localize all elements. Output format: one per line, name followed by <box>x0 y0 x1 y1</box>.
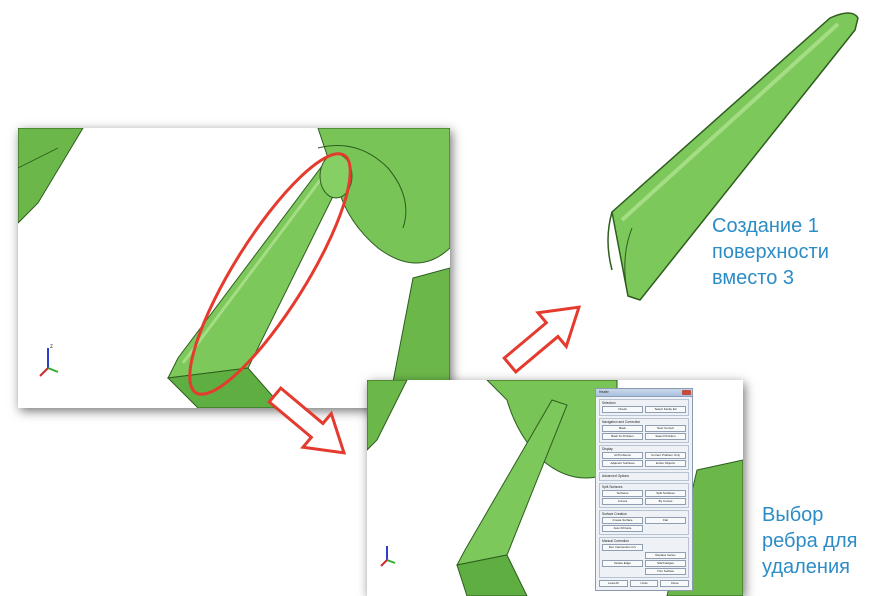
close-button[interactable]: Close <box>660 580 690 587</box>
dialog-row: Back Next Correct <box>602 425 686 432</box>
dialog-footer: Load All Undo Close <box>599 580 690 587</box>
dialog-titlebar: Healer <box>596 389 692 397</box>
dialog-button[interactable]: Back To Problem <box>602 433 643 440</box>
dialog-row: Trim Surface <box>602 568 686 575</box>
result-caption-line: поверхности <box>712 241 829 263</box>
undo-button[interactable]: Undo <box>629 580 659 587</box>
healer-dialog: Healer Selection Check Select Faulty Ed Nav… <box>595 388 693 591</box>
viewport-screenshot-bottom: Healer Selection Check Select Faulty Ed Nav… <box>367 380 743 596</box>
dialog-row: Surfaces Split Surfaces <box>602 490 686 497</box>
dialog-row: Create Surface Flat <box>602 517 686 524</box>
dialog-button[interactable]: Next Correct <box>645 425 686 432</box>
dialog-group-label: Surface Creation <box>602 512 627 516</box>
selection-caption-line: удаления <box>762 556 850 578</box>
dialog-group-label: Split Surfaces <box>602 485 623 489</box>
dialog-button[interactable]: Adjacent Surfaces <box>602 460 643 467</box>
dialog-group: Display All Problems Current Problem Only A… <box>599 445 689 470</box>
dialog-button[interactable]: Current Problem Only <box>645 452 686 459</box>
dialog-group-label: Manual Correction <box>602 539 629 543</box>
load-button[interactable]: Load All <box>599 580 628 587</box>
dialog-group-label: Display <box>602 447 613 451</box>
dialog-group: Advanced Options <box>599 472 689 481</box>
dialog-button[interactable]: Check <box>602 406 643 413</box>
dialog-row: Adjacent Surfaces Entire Objects <box>602 460 686 467</box>
dialog-group: Manual Correction Del. Intersection Crv Re… <box>599 537 689 578</box>
dialog-button[interactable]: Back <box>602 425 643 432</box>
dialog-row: Check Select Faulty Ed <box>602 406 686 413</box>
dialog-row: Delete Edge Stitch Edges <box>602 560 686 567</box>
arrow-up-right-icon <box>502 305 582 375</box>
dialog-row: Auto Fill Hole <box>602 525 686 532</box>
dialog-button[interactable]: Flat <box>645 517 686 524</box>
dialog-button[interactable]: Stitch Edges <box>645 560 686 567</box>
dialog-row: Curves By Curves <box>602 498 686 505</box>
axis-triad-icon-2 <box>380 546 396 567</box>
dialog-group-label: Advanced Options <box>602 474 629 478</box>
dialog-row: All Problems Current Problem Only <box>602 452 686 459</box>
dialog-group-label: Selection <box>602 401 616 405</box>
blade-top-left <box>18 128 84 224</box>
dialog-button[interactable]: Auto Fill Hole <box>602 525 643 532</box>
model-view-top: z <box>18 128 450 408</box>
selection-caption-line: ребра для <box>762 530 858 552</box>
dialog-button[interactable]: By Curves <box>645 498 686 505</box>
dialog-button[interactable]: Del. Intersection Crv <box>602 544 643 551</box>
dialog-button[interactable]: Delete Edge <box>602 560 643 567</box>
result-caption-line: Создание 1 <box>712 215 819 237</box>
dialog-button[interactable]: Create Surface <box>602 517 643 524</box>
viewport-screenshot-top: z <box>18 128 450 408</box>
dialog-row: Replace Vertex <box>602 552 686 559</box>
dialog-title: Healer <box>599 390 609 394</box>
dialog-button[interactable]: Entire Objects <box>645 460 686 467</box>
close-icon[interactable] <box>682 390 691 395</box>
dialog-button[interactable]: Replace Vertex <box>645 552 686 559</box>
dialog-button[interactable]: All Problems <box>602 452 643 459</box>
selection-caption: Выбор ребра для удаления <box>762 502 882 580</box>
dialog-group: Navigation and Correction Back Next Correc… <box>599 418 689 443</box>
dialog-button[interactable]: Select Faulty Ed <box>645 406 686 413</box>
result-caption: Создание 1 поверхности вместо 3 <box>712 213 872 291</box>
dialog-row: Del. Intersection Crv <box>602 544 686 551</box>
blade-top-left-2 <box>367 380 408 451</box>
dialog-button[interactable]: Trim Surface <box>645 568 686 575</box>
selection-caption-line: Выбор <box>762 504 824 526</box>
dialog-button[interactable]: Select Problem <box>645 433 686 440</box>
main-blade-2 <box>456 399 568 566</box>
dialog-group-label: Navigation and Correction <box>602 420 641 424</box>
dialog-button[interactable]: Surfaces <box>602 490 643 497</box>
result-caption-line: вместо 3 <box>712 267 795 289</box>
dialog-group: Split Surfaces Surfaces Split Surfaces Curv… <box>599 483 689 508</box>
dialog-body: Selection Check Select Faulty Ed Navigation… <box>596 397 692 590</box>
dialog-button[interactable]: Split Surfaces <box>645 490 686 497</box>
dialog-group: Selection Check Select Faulty Ed <box>599 399 689 416</box>
dialog-row: Back To Problem Select Problem <box>602 433 686 440</box>
dialog-group: Surface Creation Create Surface Flat Auto F… <box>599 510 689 535</box>
axis-z-label: z <box>50 344 53 350</box>
dialog-button[interactable]: Curves <box>602 498 643 505</box>
axis-triad-icon: z <box>39 344 59 377</box>
